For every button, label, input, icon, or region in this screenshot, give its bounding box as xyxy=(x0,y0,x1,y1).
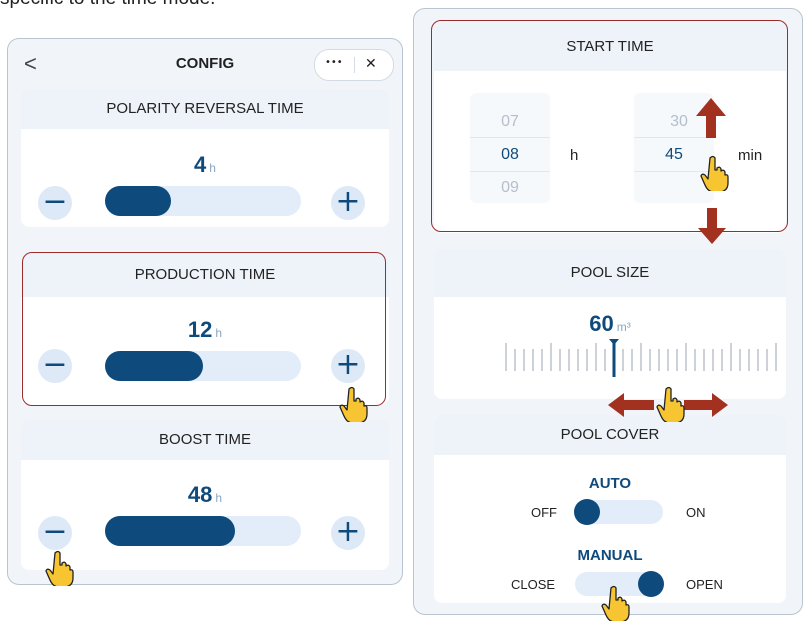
caption-fragment: specific to the time mode. xyxy=(0,0,215,10)
pointing-hand-icon xyxy=(339,386,368,422)
decrement-button[interactable]: − xyxy=(38,186,72,220)
value-bar-fill xyxy=(105,186,171,216)
pointing-hand-icon xyxy=(45,550,74,586)
toggle-knob xyxy=(638,571,664,597)
card-title: POOL SIZE xyxy=(434,249,786,297)
config-screen: < CONFIG ••• ✕ POLARITY REVERSAL TIME 4h… xyxy=(7,38,403,585)
auto-off-label: OFF xyxy=(531,505,557,520)
highlight-frame xyxy=(22,252,386,406)
auto-label: AUTO xyxy=(588,475,632,492)
increment-button[interactable]: + xyxy=(331,186,365,220)
pointing-hand-icon xyxy=(601,585,630,621)
arrow-up-icon xyxy=(696,98,726,138)
pool-size-card: POOL SIZE 60 m³ xyxy=(434,249,786,399)
value-display: 4h xyxy=(194,152,216,177)
value-display: 48 h xyxy=(187,482,223,507)
decrement-button[interactable]: − xyxy=(38,516,72,550)
ruler-indicator-head xyxy=(609,339,619,345)
header-actions: ••• ✕ xyxy=(314,49,394,81)
polarity-reversal-card: POLARITY REVERSAL TIME 4h − + xyxy=(21,89,389,227)
divider xyxy=(354,57,355,73)
auto-toggle[interactable] xyxy=(574,499,663,525)
settings-screen: START TIME 07 08 09 h 30 45 min POOL SIZ… xyxy=(413,8,803,615)
card-title: POLARITY REVERSAL TIME xyxy=(21,89,389,129)
size-ruler-slider[interactable] xyxy=(504,339,778,379)
pool-size-value: 60 m³ xyxy=(589,311,631,336)
manual-close-label: CLOSE xyxy=(511,577,556,592)
value-bar[interactable] xyxy=(105,186,301,216)
arrow-right-icon xyxy=(684,393,728,417)
arrow-down-icon xyxy=(698,208,726,244)
card-title: POOL COVER xyxy=(434,415,786,455)
pointing-hand-icon xyxy=(700,155,729,191)
increment-button[interactable]: + xyxy=(331,516,365,550)
pointing-hand-icon xyxy=(656,386,685,422)
manual-open-label: OPEN xyxy=(686,577,723,592)
close-icon[interactable]: ✕ xyxy=(365,56,377,72)
manual-label: MANUAL xyxy=(577,547,643,564)
pool-cover-card: POOL COVER AUTO OFF ON MANUAL CLOSE OPEN xyxy=(434,415,786,603)
boost-time-card: BOOST TIME 48 h − + xyxy=(21,420,389,570)
auto-on-label: ON xyxy=(686,505,706,520)
card-title: BOOST TIME xyxy=(21,420,389,460)
value-bar-fill xyxy=(105,516,235,546)
more-icon[interactable]: ••• xyxy=(325,57,343,68)
toggle-knob xyxy=(574,499,600,525)
value-bar[interactable] xyxy=(105,516,301,546)
arrow-left-icon xyxy=(608,393,654,417)
highlight-frame xyxy=(431,20,788,232)
